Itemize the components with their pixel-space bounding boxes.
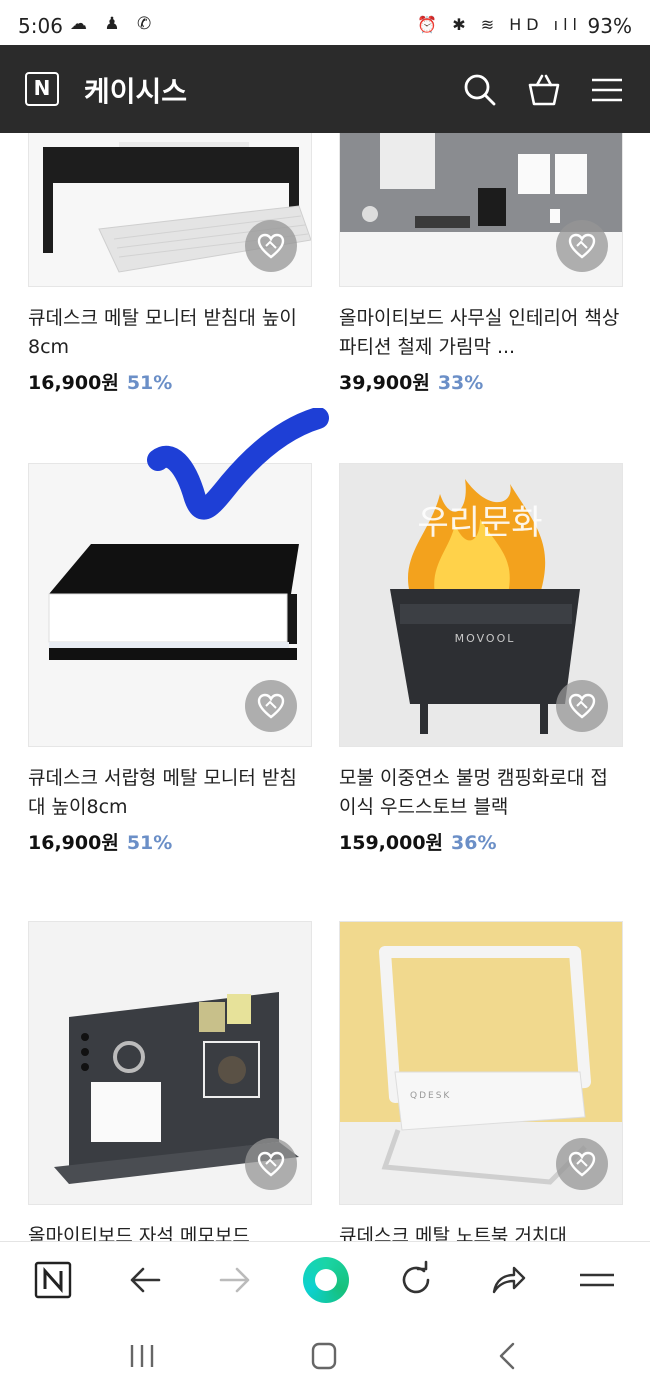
wishlist-button[interactable] xyxy=(245,680,297,732)
naver-logo-button[interactable]: N xyxy=(25,72,59,106)
battery-level: 93% xyxy=(587,14,632,38)
back-icon[interactable] xyxy=(487,1341,527,1371)
shopping-basket-icon[interactable] xyxy=(527,73,561,107)
product-image[interactable] xyxy=(339,133,623,287)
product-image[interactable]: MOVOOL 우리문화 xyxy=(339,463,623,747)
product-card[interactable]: 큐데스크 메탈 모니터 받침대 높이8cm 16,900원 51% xyxy=(28,133,312,395)
product-name[interactable]: 모불 이중연소 불멍 캠핑화로대 접이식 우드스토브 블랙 xyxy=(339,764,623,822)
status-time: 5:06 xyxy=(18,14,63,38)
product-name[interactable]: 큐데스크 메탈 노트북 거치대 xyxy=(339,1222,623,1241)
store-title[interactable]: 케이시스 xyxy=(84,70,187,110)
firepit-caption-text: 우리문화 xyxy=(417,503,542,543)
product-image[interactable] xyxy=(28,133,312,287)
checkmark-annotation-icon xyxy=(147,408,329,520)
heart-icon xyxy=(568,693,596,719)
naver-home-button[interactable] xyxy=(33,1260,73,1300)
discount-rate: 51% xyxy=(126,372,173,394)
product-price: 16,900원 xyxy=(28,832,119,854)
wishlist-button[interactable] xyxy=(556,1138,608,1190)
product-grid: 큐데스크 메탈 모니터 받침대 높이8cm 16,900원 51% 올마이티보드 … xyxy=(0,133,650,1241)
discount-rate: 33% xyxy=(437,372,484,394)
browser-toolbar xyxy=(0,1241,650,1319)
recent-apps-icon[interactable] xyxy=(122,1341,162,1371)
product-name[interactable]: 큐데스크 서랍형 메탈 모니터 받침대 높이8cm xyxy=(28,764,312,822)
home-icon[interactable] xyxy=(304,1341,344,1371)
wishlist-button[interactable] xyxy=(556,680,608,732)
wishlist-button[interactable] xyxy=(556,220,608,272)
forward-arrow-icon[interactable] xyxy=(215,1260,255,1300)
product-name[interactable]: 올마이티보드 자석 메모보드 xyxy=(28,1222,312,1241)
menu-icon[interactable] xyxy=(590,73,624,107)
product-name[interactable]: 올마이티보드 사무실 인테리어 책상파티션 철제 가림막 ... xyxy=(339,304,623,362)
green-dot-button[interactable] xyxy=(303,1257,349,1303)
heart-icon xyxy=(257,693,285,719)
refresh-icon[interactable] xyxy=(396,1260,436,1300)
product-card[interactable]: 올마이티보드 사무실 인테리어 책상파티션 철제 가림막 ... 39,900원… xyxy=(339,133,623,395)
system-icons: ⏰ ✱ ≋ HD ıll xyxy=(417,15,582,34)
heart-icon xyxy=(257,1151,285,1177)
app-header: N 케이시스 xyxy=(0,45,650,133)
product-image[interactable]: QDESK xyxy=(339,921,623,1205)
product-price: 39,900원 xyxy=(339,372,430,394)
product-card[interactable]: MOVOOL 우리문화 모불 이중연소 불멍 캠핑화로대 접이식 우드스토브 블… xyxy=(339,463,623,855)
notification-icons: ☁ ♟ ✆ xyxy=(70,14,158,34)
share-icon[interactable] xyxy=(488,1260,528,1300)
product-price: 159,000원 xyxy=(339,832,444,854)
heart-icon xyxy=(568,233,596,259)
product-name[interactable]: 큐데스크 메탈 모니터 받침대 높이8cm xyxy=(28,304,312,362)
product-price: 16,900원 xyxy=(28,372,119,394)
firepit-brand-text: MOVOOL xyxy=(455,632,516,645)
discount-rate: 51% xyxy=(126,832,173,854)
stand-brand-text: QDESK xyxy=(410,1091,451,1101)
wishlist-button[interactable] xyxy=(245,220,297,272)
system-navigation-bar xyxy=(0,1319,650,1394)
search-icon[interactable] xyxy=(463,73,497,107)
wishlist-button[interactable] xyxy=(245,1138,297,1190)
heart-icon xyxy=(257,233,285,259)
status-bar: 5:06 ☁ ♟ ✆ ⏰ ✱ ≋ HD ıll 93% xyxy=(0,0,650,45)
menu-icon[interactable] xyxy=(577,1260,617,1300)
discount-rate: 36% xyxy=(451,832,497,854)
product-card[interactable]: 올마이티보드 자석 메모보드 xyxy=(28,921,312,1241)
product-image[interactable] xyxy=(28,921,312,1205)
product-card[interactable]: QDESK 큐데스크 메탈 노트북 거치대 xyxy=(339,921,623,1241)
back-arrow-icon[interactable] xyxy=(125,1260,165,1300)
heart-icon xyxy=(568,1151,596,1177)
